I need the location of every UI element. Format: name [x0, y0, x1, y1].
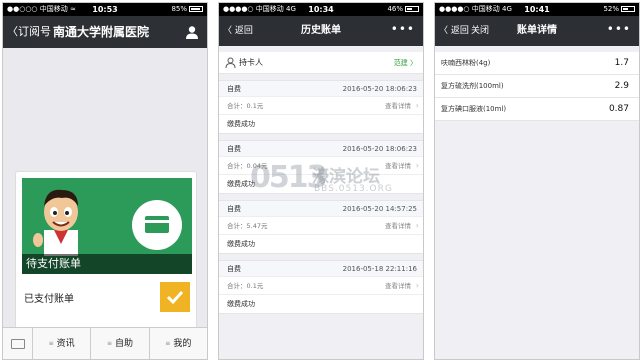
record-status: 缴费成功 [227, 300, 255, 308]
screenshot-collage: ●●○○○ 中国移动 ≈ 10:53 85% 〈订阅号 南通大学附属医院 待支付… [0, 0, 642, 364]
cartoon-man-icon [33, 189, 78, 256]
record-amount-row[interactable]: 合计：0.1元 查看详情 › [219, 277, 423, 295]
battery-indicator: 52% [603, 3, 635, 16]
view-detail-link[interactable]: 查看详情 [385, 277, 411, 295]
view-detail-link[interactable]: 查看详情 [385, 217, 411, 235]
record-amount-row[interactable]: 合计：0.1元 查看详情 › [219, 97, 423, 115]
view-detail-link[interactable]: 查看详情 [385, 157, 411, 175]
status-bar: ●●○○○ 中国移动 ≈ 10:53 85% [3, 3, 207, 16]
keyboard-toggle[interactable] [3, 328, 33, 359]
record-amount: 合计：0.1元 [227, 102, 264, 110]
record-status-row: 缴费成功 [219, 295, 423, 313]
nav-bar: 〈订阅号 南通大学附属医院 [3, 16, 207, 48]
item-name: 呋喃西林粉(4g) [441, 59, 491, 67]
card-holder-row[interactable]: 持卡人 范建 〉 [219, 52, 423, 74]
person-icon[interactable] [185, 25, 199, 39]
battery-indicator: 46% [387, 3, 419, 16]
menu-marker-icon: ≡ [106, 340, 112, 347]
item-amount: 1.7 [614, 58, 629, 68]
bill-record: 自费 2016-05-20 18:06:23 合计：0.04元 查看详情 › 缴费成功 [219, 140, 423, 194]
item-amount: 0.87 [608, 104, 629, 114]
page-title: 南通大学附属医院 [53, 25, 150, 39]
bill-item-list: 呋喃西林粉(4g) 1.7 复方硫洗剂(100ml) 2.9 复方碘口服液(10ml) 0… [435, 52, 639, 121]
unpaid-bill-label: 待支付账单 [22, 254, 192, 274]
phone-bill-history: ●●●●○ 中国移动 4G 10:34 46% 〈 返回 历史账单 ••• 持卡… [218, 2, 424, 360]
card-icon-circle [132, 200, 182, 250]
battery-icon [621, 6, 635, 12]
record-status: 缴费成功 [227, 180, 255, 188]
item-amount: 2.9 [614, 81, 629, 91]
bill-item-row: 复方硫洗剂(100ml) 2.9 [435, 75, 639, 98]
unpaid-bill-banner[interactable]: 待支付账单 [22, 178, 192, 274]
record-status-row: 缴费成功 [219, 115, 423, 133]
card-holder-label: 持卡人 [239, 58, 263, 67]
paid-bill-label[interactable]: 已支付账单 [24, 290, 74, 305]
chevron-right-icon: › [415, 161, 419, 170]
record-header: 自费 2016-05-20 18:06:23 [219, 81, 423, 97]
chevron-right-icon: › [415, 101, 419, 110]
record-header: 自费 2016-05-18 22:11:16 [219, 261, 423, 277]
record-status: 缴费成功 [227, 240, 255, 248]
record-header: 自费 2016-05-20 18:06:23 [219, 141, 423, 157]
back-button[interactable]: 〈订阅号 [7, 16, 51, 48]
item-name: 复方硫洗剂(100ml) [441, 82, 504, 90]
menu-item-news[interactable]: ≡ 资讯 [33, 328, 92, 359]
card-holder-name[interactable]: 范建 〉 [394, 52, 417, 74]
menu-item-selfservice[interactable]: ≡ 自助 [91, 328, 150, 359]
record-date: 2016-05-20 18:06:23 [342, 85, 417, 93]
record-type: 自费 [227, 85, 241, 93]
record-type: 自费 [227, 205, 241, 213]
bill-card: 待支付账单 已支付账单 [15, 171, 197, 329]
chevron-right-icon: › [415, 221, 419, 230]
record-date: 2016-05-18 22:11:16 [342, 265, 417, 273]
bottom-menu: ≡ 资讯 ≡ 自助 ≡ 我的 [3, 327, 207, 359]
more-icon[interactable]: ••• [391, 16, 415, 42]
record-date: 2016-05-20 14:57:25 [342, 205, 417, 213]
bill-item-row: 呋喃西林粉(4g) 1.7 [435, 52, 639, 75]
bill-record: 自费 2016-05-20 14:57:25 合计：5.47元 查看详情 › 缴费成功 [219, 200, 423, 254]
bank-card-icon [145, 216, 169, 233]
more-icon[interactable]: ••• [607, 16, 631, 42]
nav-bar: 〈 返回 关闭 账单详情 ••• [435, 16, 639, 46]
chevron-right-icon: › [415, 281, 419, 290]
checkmark-icon [166, 290, 184, 305]
record-amount: 合计：5.47元 [227, 222, 268, 230]
record-amount-row[interactable]: 合计：0.04元 查看详情 › [219, 157, 423, 175]
paid-bill-button[interactable] [160, 282, 190, 312]
view-detail-link[interactable]: 查看详情 [385, 97, 411, 115]
status-bar: ●●●●○ 中国移动 4G 10:41 52% [435, 3, 639, 16]
record-amount: 合计：0.1元 [227, 282, 264, 290]
record-amount: 合计：0.04元 [227, 162, 268, 170]
record-type: 自费 [227, 265, 241, 273]
record-status-row: 缴费成功 [219, 235, 423, 253]
menu-marker-icon: ≡ [48, 340, 54, 347]
item-name: 复方碘口服液(10ml) [441, 105, 507, 113]
record-status-row: 缴费成功 [219, 175, 423, 193]
bill-item-row: 复方碘口服液(10ml) 0.87 [435, 98, 639, 121]
battery-indicator: 85% [171, 3, 203, 16]
person-icon [225, 57, 236, 68]
phone-hospital-home: ●●○○○ 中国移动 ≈ 10:53 85% 〈订阅号 南通大学附属医院 待支付… [2, 2, 208, 360]
bill-record: 自费 2016-05-20 18:06:23 合计：0.1元 查看详情 › 缴费成功 [219, 80, 423, 134]
record-amount-row[interactable]: 合计：5.47元 查看详情 › [219, 217, 423, 235]
record-date: 2016-05-20 18:06:23 [342, 145, 417, 153]
nav-bar: 〈 返回 历史账单 ••• [219, 16, 423, 46]
record-type: 自费 [227, 145, 241, 153]
status-bar: ●●●●○ 中国移动 4G 10:34 46% [219, 3, 423, 16]
battery-icon [405, 6, 419, 12]
bill-record: 自费 2016-05-18 22:11:16 合计：0.1元 查看详情 › 缴费成功 [219, 260, 423, 314]
menu-marker-icon: ≡ [165, 340, 171, 347]
record-status: 缴费成功 [227, 120, 255, 128]
battery-icon [189, 6, 203, 12]
phone-bill-detail: ●●●●○ 中国移动 4G 10:41 52% 〈 返回 关闭 账单详情 •••… [434, 2, 640, 360]
record-header: 自费 2016-05-20 14:57:25 [219, 201, 423, 217]
keyboard-icon [11, 339, 25, 349]
menu-item-mine[interactable]: ≡ 我的 [150, 328, 207, 359]
